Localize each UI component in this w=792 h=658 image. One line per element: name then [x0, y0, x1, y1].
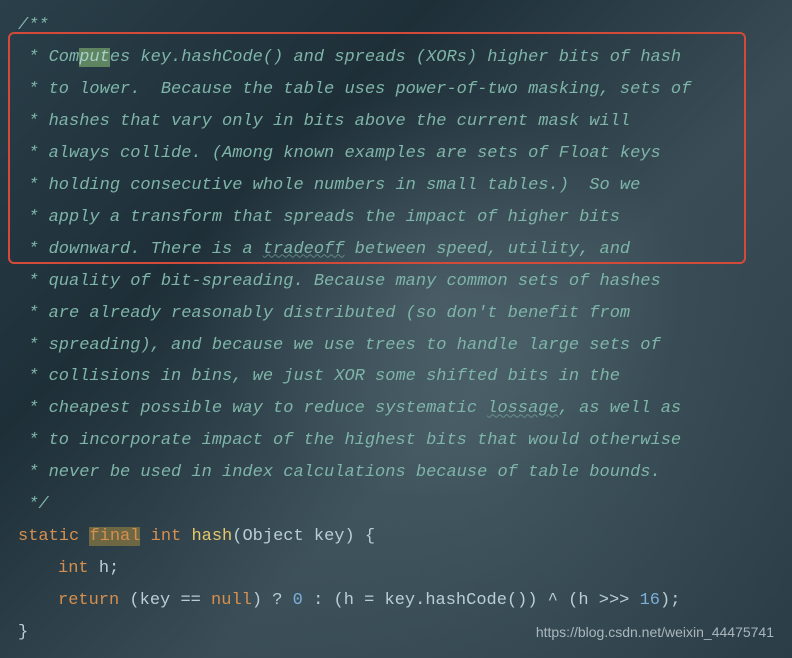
method-name: hash [191, 527, 232, 546]
paren: ) [517, 591, 527, 610]
operator-eq: == [180, 591, 200, 610]
comment-line: /** [18, 10, 774, 42]
comment-line: * always collide. (Among known examples … [18, 138, 774, 170]
var-key: key [140, 591, 171, 610]
comment-line: * Computes key.hashCode() and spreads (X… [18, 42, 774, 74]
comment-line: * downward. There is a tradeoff between … [18, 234, 774, 266]
brace: { [365, 527, 375, 546]
paren: ( [568, 591, 578, 610]
comment-line: * collisions in bins, we just XOR some s… [18, 361, 774, 393]
paren: ) [345, 527, 355, 546]
semi: ; [670, 591, 680, 610]
comment-line: * spreading), and because we use trees t… [18, 330, 774, 362]
keyword-null: null [211, 591, 252, 610]
code-block: /** * Computes key.hashCode() and spread… [18, 10, 774, 649]
number-literal: 16 [640, 591, 660, 610]
code-line: return (key == null) ? 0 : (h = key.hash… [18, 585, 774, 617]
comment-text: * downward. There is a [18, 240, 263, 259]
paren: ) [660, 591, 670, 610]
comment-text: between speed, utility, and [344, 240, 630, 259]
comment-line: * cheapest possible way to reduce system… [18, 393, 774, 425]
var-h: h [99, 559, 109, 578]
paren: ( [232, 527, 242, 546]
spell-warning: tradeoff [263, 240, 345, 259]
ternary-q: ? [272, 591, 282, 610]
brace: } [18, 623, 28, 642]
watermark: https://blog.csdn.net/weixin_44475741 [536, 624, 774, 640]
comment-text: * Com [18, 48, 79, 67]
type-int: int [58, 559, 89, 578]
keyword-final-highlight: final [89, 527, 140, 546]
code-line: int h; [18, 553, 774, 585]
paren: ) [527, 591, 537, 610]
comment-line: * holding consecutive whole numbers in s… [18, 170, 774, 202]
comment-line: * apply a transform that spreads the imp… [18, 202, 774, 234]
comment-line: * are already reasonably distributed (so… [18, 298, 774, 330]
code-line: static final int hash(Object key) { [18, 521, 774, 553]
var-h: h [344, 591, 354, 610]
search-highlight: put [79, 48, 110, 67]
paren: ( [129, 591, 139, 610]
keyword-return: return [58, 591, 119, 610]
spell-warning: lossage [487, 399, 558, 418]
comment-text: * cheapest possible way to reduce system… [18, 399, 487, 418]
paren: ) [252, 591, 262, 610]
param-key: key [314, 527, 345, 546]
operator-assign: = [364, 591, 374, 610]
semi: ; [109, 559, 119, 578]
comment-line: */ [18, 489, 774, 521]
ternary-colon: : [313, 591, 323, 610]
comment-text: , as well as [559, 399, 681, 418]
comment-line: * quality of bit-spreading. Because many… [18, 266, 774, 298]
type-int: int [151, 527, 182, 546]
operator-shift: >>> [599, 591, 630, 610]
method-hashcode: hashCode [425, 591, 507, 610]
var-key: key [385, 591, 416, 610]
paren: ( [333, 591, 343, 610]
comment-line: * never be used in index calculations be… [18, 457, 774, 489]
paren: ( [507, 591, 517, 610]
comment-text: es key.hashCode() and spreads (XORs) hig… [110, 48, 681, 67]
number-literal: 0 [293, 591, 303, 610]
comment-line: * hashes that vary only in bits above th… [18, 106, 774, 138]
comment-line: * to lower. Because the table uses power… [18, 74, 774, 106]
operator-xor: ^ [548, 591, 558, 610]
comment-line: * to incorporate impact of the highest b… [18, 425, 774, 457]
type-object: Object [242, 527, 303, 546]
dot: . [415, 591, 425, 610]
var-h: h [578, 591, 588, 610]
keyword-static: static [18, 527, 79, 546]
